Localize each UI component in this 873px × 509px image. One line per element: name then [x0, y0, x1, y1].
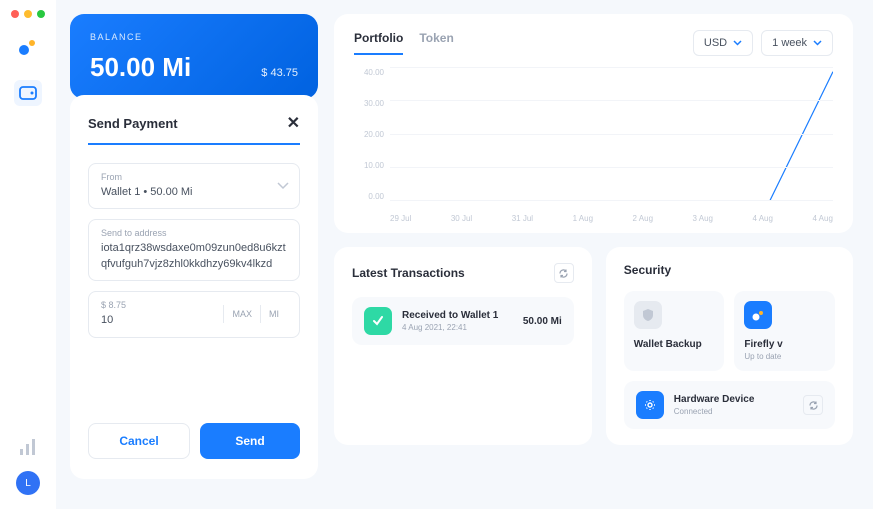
- amount-value: 10: [101, 313, 223, 328]
- transaction-title: Received to Wallet 1: [402, 310, 513, 321]
- amount-input[interactable]: $ 8.75 10 MAX MI: [88, 291, 300, 337]
- range-value: 1 week: [772, 37, 807, 49]
- minimize-window-icon[interactable]: [24, 10, 32, 18]
- window-controls: [11, 10, 45, 18]
- cancel-button[interactable]: Cancel: [88, 423, 190, 459]
- transactions-title: Latest Transactions: [352, 266, 465, 280]
- send-payment-panel: Send Payment ✕ From Wallet 1 • 50.00 Mi …: [70, 95, 318, 479]
- balance-card: BALANCE 50.00 Mi $ 43.75: [70, 14, 318, 99]
- balance-fiat: $ 43.75: [261, 67, 298, 79]
- from-wallet-selector[interactable]: From Wallet 1 • 50.00 Mi: [88, 163, 300, 209]
- refresh-icon: [808, 400, 819, 411]
- gear-icon: [636, 391, 664, 419]
- tab-portfolio[interactable]: Portfolio: [354, 31, 403, 55]
- chevron-down-icon: [813, 40, 822, 46]
- stats-nav-icon[interactable]: [18, 437, 38, 457]
- tab-token[interactable]: Token: [419, 31, 453, 55]
- security-card: Security Wallet Backup Firefly v: [606, 247, 853, 445]
- transaction-item[interactable]: Received to Wallet 1 4 Aug 2021, 22:41 5…: [352, 297, 574, 345]
- shield-icon: [634, 301, 662, 329]
- firefly-title: Firefly v: [744, 339, 825, 350]
- app-logo-icon: [17, 36, 39, 58]
- hardware-device-row[interactable]: Hardware Device Connected: [624, 381, 835, 429]
- firefly-logo-icon: [744, 301, 772, 329]
- received-icon: [364, 307, 392, 335]
- device-status: Connected: [674, 407, 793, 416]
- chevron-down-icon: [277, 182, 289, 190]
- maximize-window-icon[interactable]: [37, 10, 45, 18]
- send-payment-title: Send Payment: [88, 116, 178, 131]
- from-label: From: [101, 172, 287, 182]
- main-content: BALANCE 50.00 Mi $ 43.75 Send Payment ✕ …: [56, 0, 873, 509]
- wallet-backup-tile[interactable]: Wallet Backup: [624, 291, 725, 371]
- unit-selector[interactable]: MI: [260, 305, 287, 323]
- close-icon[interactable]: ✕: [287, 113, 300, 133]
- user-avatar[interactable]: L: [16, 471, 40, 495]
- firefly-sub: Up to date: [744, 352, 825, 361]
- wallet-nav-icon[interactable]: [14, 80, 42, 106]
- device-title: Hardware Device: [674, 394, 793, 405]
- address-label: Send to address: [101, 228, 287, 238]
- chevron-down-icon: [733, 40, 742, 46]
- currency-value: USD: [704, 37, 727, 49]
- transaction-date: 4 Aug 2021, 22:41: [402, 323, 513, 332]
- max-button[interactable]: MAX: [223, 305, 260, 323]
- address-input[interactable]: Send to address iota1qrz38wsdaxe0m09zun0…: [88, 219, 300, 281]
- transaction-amount: 50.00 Mi: [523, 316, 562, 327]
- refresh-icon: [558, 268, 569, 279]
- sidebar: L: [0, 0, 56, 509]
- chart-tabs: Portfolio Token: [354, 31, 454, 55]
- device-refresh-button[interactable]: [803, 395, 823, 415]
- refresh-button[interactable]: [554, 263, 574, 283]
- balance-label: BALANCE: [90, 32, 298, 42]
- currency-selector[interactable]: USD: [693, 30, 753, 56]
- transactions-card: Latest Transactions Received to Wallet 1…: [334, 247, 592, 445]
- chart-plot: 40.0030.0020.0010.000.00 29 Jul30 Jul31 …: [354, 68, 833, 223]
- send-button[interactable]: Send: [200, 423, 300, 459]
- range-selector[interactable]: 1 week: [761, 30, 833, 56]
- backup-title: Wallet Backup: [634, 339, 715, 350]
- firefly-version-tile[interactable]: Firefly v Up to date: [734, 291, 835, 371]
- amount-fiat: $ 8.75: [101, 300, 223, 310]
- balance-amount: 50.00 Mi: [90, 52, 191, 83]
- from-value: Wallet 1 • 50.00 Mi: [101, 185, 287, 200]
- address-value: iota1qrz38wsdaxe0m09zun0ed8u6kztqfvufguh…: [101, 241, 287, 272]
- portfolio-chart-card: Portfolio Token USD 1 week 40.0030.0020.…: [334, 14, 853, 233]
- security-title: Security: [624, 263, 671, 277]
- close-window-icon[interactable]: [11, 10, 19, 18]
